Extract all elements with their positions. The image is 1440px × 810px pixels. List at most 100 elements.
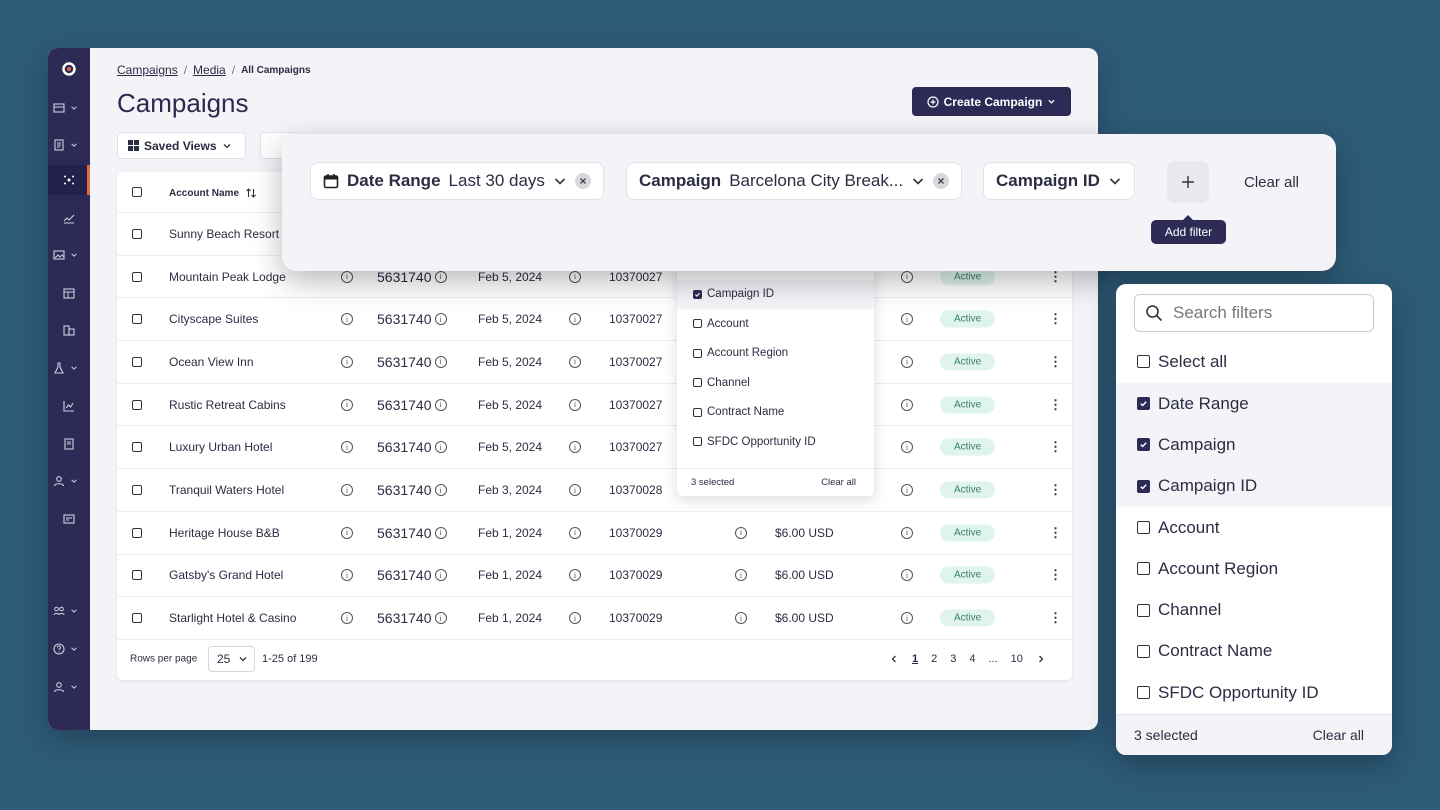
more-menu-icon[interactable]: ⋮	[1049, 525, 1062, 541]
more-menu-icon[interactable]: ⋮	[1049, 567, 1062, 583]
info-icon[interactable]: i	[434, 484, 447, 497]
page-link[interactable]: 10	[1011, 653, 1023, 665]
account-name-column-header[interactable]: Account Name	[169, 187, 257, 199]
filter-option[interactable]: Account Region	[1116, 548, 1392, 589]
checkbox[interactable]	[1137, 686, 1150, 700]
info-icon[interactable]: i	[434, 569, 447, 582]
breadcrumb-link-media[interactable]: Media	[193, 63, 226, 77]
filter-option[interactable]: Campaign	[1116, 424, 1392, 466]
info-icon[interactable]: i	[341, 313, 353, 326]
sidebar-item-trend-nav[interactable]	[48, 203, 90, 233]
sidebar-item-reports-nav[interactable]	[48, 429, 90, 459]
sidebar-item-billing-nav[interactable]	[48, 504, 90, 534]
more-menu-icon[interactable]: ⋮	[1049, 610, 1062, 626]
more-menu-icon[interactable]: ⋮	[1049, 482, 1062, 498]
saved-views-button[interactable]: Saved Views	[117, 132, 246, 159]
sidebar-item-campaigns-nav[interactable]	[48, 93, 90, 123]
info-icon[interactable]: i	[434, 313, 447, 326]
info-icon[interactable]: i	[341, 398, 353, 411]
campaign-id-filter-chip[interactable]: Campaign ID	[983, 162, 1135, 200]
row-checkbox[interactable]	[132, 314, 142, 325]
info-icon[interactable]: i	[569, 612, 581, 625]
checkbox[interactable]	[693, 348, 702, 358]
info-icon[interactable]: i	[901, 355, 913, 368]
info-icon[interactable]: i	[341, 484, 353, 497]
filter-option[interactable]: Contract Name	[1116, 631, 1392, 672]
checkbox[interactable]	[693, 319, 702, 329]
page-link[interactable]: 2	[931, 653, 937, 665]
info-icon[interactable]: i	[434, 612, 447, 625]
campaign-filter-chip[interactable]: Campaign Barcelona City Break...	[626, 162, 963, 200]
info-icon[interactable]: i	[901, 612, 913, 625]
search-filters-input[interactable]: Search filters	[1134, 294, 1374, 332]
more-menu-icon[interactable]: ⋮	[1049, 397, 1062, 413]
page-link[interactable]: ...	[989, 653, 998, 665]
info-icon[interactable]: i	[434, 526, 447, 539]
more-menu-icon[interactable]: ⋮	[1049, 439, 1062, 455]
remove-filter-icon[interactable]	[933, 173, 950, 189]
info-icon[interactable]: i	[735, 612, 747, 625]
filters-clear-all-button[interactable]: Clear all	[1313, 727, 1364, 743]
row-checkbox[interactable]	[132, 527, 142, 538]
column-option[interactable]: Account	[677, 309, 874, 339]
breadcrumb-link-campaigns[interactable]: Campaigns	[117, 63, 178, 77]
sidebar-item-buildings-nav[interactable]	[48, 315, 90, 345]
info-icon[interactable]: i	[434, 398, 447, 411]
add-filter-button[interactable]	[1167, 161, 1209, 203]
sidebar-item-network-nav[interactable]	[48, 165, 90, 195]
filter-option[interactable]: Channel	[1116, 590, 1392, 631]
sidebar-item-lab-nav[interactable]	[48, 353, 90, 383]
info-icon[interactable]: i	[341, 441, 353, 454]
info-icon[interactable]: i	[341, 612, 353, 625]
select-all-rows-checkbox[interactable]	[132, 187, 142, 197]
checkbox[interactable]	[1137, 479, 1150, 493]
checkbox[interactable]	[1137, 562, 1150, 576]
sidebar-item-calendar-nav[interactable]	[48, 278, 90, 308]
info-icon[interactable]: i	[735, 526, 747, 539]
date-range-filter-chip[interactable]: Date Range Last 30 days	[310, 162, 604, 200]
chevron-left-icon[interactable]	[889, 654, 899, 664]
sidebar-item-image-nav[interactable]	[48, 240, 90, 270]
remove-filter-icon[interactable]	[574, 173, 591, 189]
sidebar-item-user-nav[interactable]	[48, 466, 90, 496]
more-menu-icon[interactable]: ⋮	[1049, 354, 1062, 370]
info-icon[interactable]: i	[341, 526, 353, 539]
row-checkbox[interactable]	[132, 613, 142, 624]
page-link[interactable]: 1	[912, 653, 918, 665]
row-checkbox[interactable]	[132, 570, 142, 581]
checkbox[interactable]	[1137, 438, 1150, 452]
sidebar-item-account-nav[interactable]	[48, 672, 90, 702]
info-icon[interactable]: i	[901, 484, 913, 497]
row-checkbox[interactable]	[132, 356, 142, 367]
checkbox[interactable]	[1137, 521, 1150, 535]
more-menu-icon[interactable]: ⋮	[1049, 311, 1062, 327]
info-icon[interactable]: i	[901, 270, 913, 283]
info-icon[interactable]: i	[569, 398, 581, 411]
row-checkbox[interactable]	[132, 271, 142, 282]
column-option[interactable]: Contract Name	[677, 398, 874, 428]
row-checkbox[interactable]	[132, 399, 142, 410]
info-icon[interactable]: i	[434, 355, 447, 368]
info-icon[interactable]: i	[341, 569, 353, 582]
info-icon[interactable]: i	[901, 526, 913, 539]
checkbox[interactable]	[1137, 644, 1150, 658]
info-icon[interactable]: i	[569, 484, 581, 497]
column-option[interactable]: SFDC Opportunity ID	[677, 427, 874, 457]
info-icon[interactable]: i	[569, 526, 581, 539]
info-icon[interactable]: i	[341, 270, 353, 283]
info-icon[interactable]: i	[341, 355, 353, 368]
info-icon[interactable]: i	[434, 270, 447, 283]
column-option[interactable]: Campaign ID	[677, 279, 874, 309]
info-icon[interactable]: i	[901, 569, 913, 582]
column-option[interactable]: Account Region	[677, 339, 874, 369]
clear-all-filters-button[interactable]: Clear all	[1244, 174, 1299, 191]
create-campaign-button[interactable]: Create Campaign	[912, 87, 1071, 116]
row-checkbox[interactable]	[132, 485, 142, 496]
info-icon[interactable]: i	[901, 398, 913, 411]
sidebar-item-help-nav[interactable]	[48, 634, 90, 664]
checkbox[interactable]	[693, 378, 702, 388]
checkbox[interactable]	[693, 289, 702, 299]
page-link[interactable]: 4	[969, 653, 975, 665]
page-link[interactable]: 3	[950, 653, 956, 665]
info-icon[interactable]: i	[735, 569, 747, 582]
